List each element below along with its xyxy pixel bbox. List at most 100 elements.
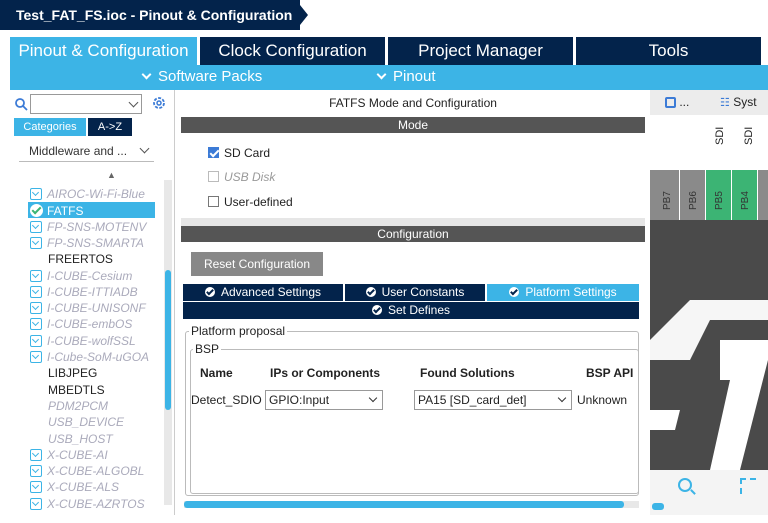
splitter[interactable] (181, 218, 645, 226)
left-scrollbar[interactable] (164, 180, 172, 505)
list-item[interactable]: USB_HOST (30, 431, 155, 447)
tab-project-manager[interactable]: Project Manager (388, 37, 573, 65)
list-item-label: I-CUBE-Cesium (47, 268, 133, 283)
list-item-label: X-CUBE-ALS (47, 480, 120, 495)
download-icon (30, 302, 42, 315)
list-item[interactable]: I-CUBE-wolfSSL (30, 333, 155, 349)
mode-sd-card-checkbox[interactable]: SD Card (208, 145, 270, 161)
list-item-label: USB_HOST (48, 431, 113, 446)
sub-menu-bar: Software Packs Pinout (10, 65, 768, 90)
pinout-label: Pinout (393, 68, 436, 85)
right-scroll-thumb[interactable] (652, 503, 664, 510)
left-panel: Categories A->Z Middleware and ... ▲ AIR… (10, 90, 175, 515)
sort-icon[interactable]: ▲ (107, 170, 116, 180)
list-item[interactable]: X-CUBE-AZRTOS (30, 496, 155, 512)
title-arrow (296, 0, 308, 30)
chevron-down-icon (376, 69, 387, 80)
list-item[interactable]: X-CUBE-ALGOBL (30, 463, 155, 479)
software-packs-menu[interactable]: Software Packs (141, 68, 262, 85)
window-title: Test_FAT_FS.ioc - Pinout & Configuration (0, 0, 300, 30)
list-item-label: FP-SNS-SMARTA (47, 235, 144, 250)
tab-user-constants[interactable]: User Constants (345, 284, 485, 301)
category-select-value: Middleware and ... (29, 144, 128, 158)
checkbox-checked-icon (208, 147, 219, 158)
list-item[interactable]: FP-SNS-SMARTA (30, 235, 155, 251)
reset-configuration-button[interactable]: Reset Configuration (191, 252, 323, 276)
pin-pb5[interactable]: PB5 (706, 170, 732, 220)
pin-pb4[interactable]: PB4 (732, 170, 758, 220)
download-icon (30, 188, 42, 200)
tab-pinout-view[interactable]: ... (665, 95, 689, 109)
download-icon (30, 236, 42, 249)
pin-pb6[interactable]: PB6 (680, 170, 706, 220)
check-circle-icon (30, 204, 43, 218)
tab-set-defines-label: Set Defines (387, 303, 451, 317)
tab-a-to-z[interactable]: A->Z (88, 118, 132, 136)
list-item-label: USB_DEVICE (48, 415, 125, 430)
list-item-label: PDM2PCM (48, 398, 109, 413)
download-icon (30, 351, 42, 363)
main-tabs: Pinout & Configuration Clock Configurati… (10, 37, 768, 65)
list-item[interactable]: FREERTOS (30, 251, 155, 267)
pin-pb7[interactable]: PB7 (654, 170, 680, 220)
list-item[interactable]: MBEDTLS (30, 382, 155, 398)
list-item[interactable]: USB_DEVICE (30, 414, 155, 430)
tab-tools[interactable]: Tools (576, 37, 761, 65)
list-item[interactable]: I-CUBE-embOS (30, 316, 155, 332)
pinout-menu[interactable]: Pinout (376, 68, 436, 85)
checkbox-icon (208, 196, 219, 207)
mode-user-defined-checkbox[interactable]: User-defined (208, 194, 293, 210)
center-h-scrollbar[interactable] (184, 501, 639, 508)
tab-platform-settings[interactable]: Platform Settings (487, 284, 639, 301)
mode-user-defined-label: User-defined (224, 195, 293, 209)
download-icon (30, 334, 42, 347)
tab-user-constants-label: User Constants (381, 285, 465, 299)
panel-title: FATFS Mode and Configuration (329, 96, 497, 110)
search-input[interactable] (30, 94, 142, 114)
found-solution-select[interactable]: PA15 [SD_card_det] (414, 390, 572, 410)
tab-pinout-configuration[interactable]: Pinout & Configuration (10, 37, 197, 65)
list-item[interactable]: I-Cube-SoM-uGOA (30, 349, 155, 365)
list-item[interactable]: I-CUBE-Cesium (30, 268, 155, 284)
list-item[interactable]: PDM2PCM (30, 398, 155, 414)
list-item[interactable]: I-CUBE-UNISONF (30, 300, 155, 316)
list-item[interactable]: AIROC-Wi-Fi-Blue (30, 186, 155, 202)
gear-icon[interactable] (151, 95, 167, 111)
ip-component-select[interactable]: GPIO:Input (265, 390, 383, 410)
category-select[interactable]: Middleware and ... (19, 140, 154, 162)
tab-categories[interactable]: Categories (14, 118, 86, 136)
list-item[interactable]: FATFS (28, 202, 155, 219)
tab-clock-configuration[interactable]: Clock Configuration (200, 37, 385, 65)
list-item[interactable]: X-CUBE-AI (30, 447, 155, 463)
st-logo (650, 300, 768, 470)
list-item[interactable]: FP-SNS-MOTENV (30, 219, 155, 235)
center-panel: FATFS Mode and Configuration Mode SD Car… (181, 90, 645, 515)
list-item-label: FREERTOS (48, 252, 113, 267)
ip-component-value: GPIO:Input (269, 393, 330, 407)
center-h-scrollbar-thumb[interactable] (184, 501, 624, 508)
tab-advanced-settings[interactable]: Advanced Settings (183, 284, 343, 301)
found-solution-value: PA15 [SD_card_det] (418, 393, 527, 407)
tab-system-view[interactable]: ☷ Syst (720, 95, 757, 109)
list-item[interactable]: LIBJPEG (30, 365, 155, 381)
zoom-in-icon[interactable] (678, 478, 692, 492)
list-item[interactable]: X-CUBE-ALS (30, 479, 155, 495)
mode-header: Mode (181, 117, 645, 133)
list-item[interactable]: I-CUBE-ITTIADB (30, 284, 155, 300)
chevron-down-icon[interactable] (128, 97, 139, 108)
chevron-down-icon (139, 143, 150, 154)
chevron-down-icon (557, 393, 567, 403)
download-icon (30, 481, 42, 494)
bsp-legend: BSP (193, 342, 222, 356)
download-icon (30, 497, 42, 510)
check-circle-icon (371, 305, 382, 315)
left-scrollbar-thumb[interactable] (165, 270, 171, 410)
fit-to-screen-icon[interactable] (740, 478, 756, 494)
col-name: Name (200, 366, 233, 380)
download-icon (30, 465, 42, 478)
tab-set-defines[interactable]: Set Defines (183, 302, 639, 319)
search-icon (15, 98, 28, 111)
list-item-label: LIBJPEG (48, 366, 98, 381)
bsp-api-value: Unknown (577, 393, 628, 407)
pin-pb5-label: PB5 (714, 191, 725, 210)
